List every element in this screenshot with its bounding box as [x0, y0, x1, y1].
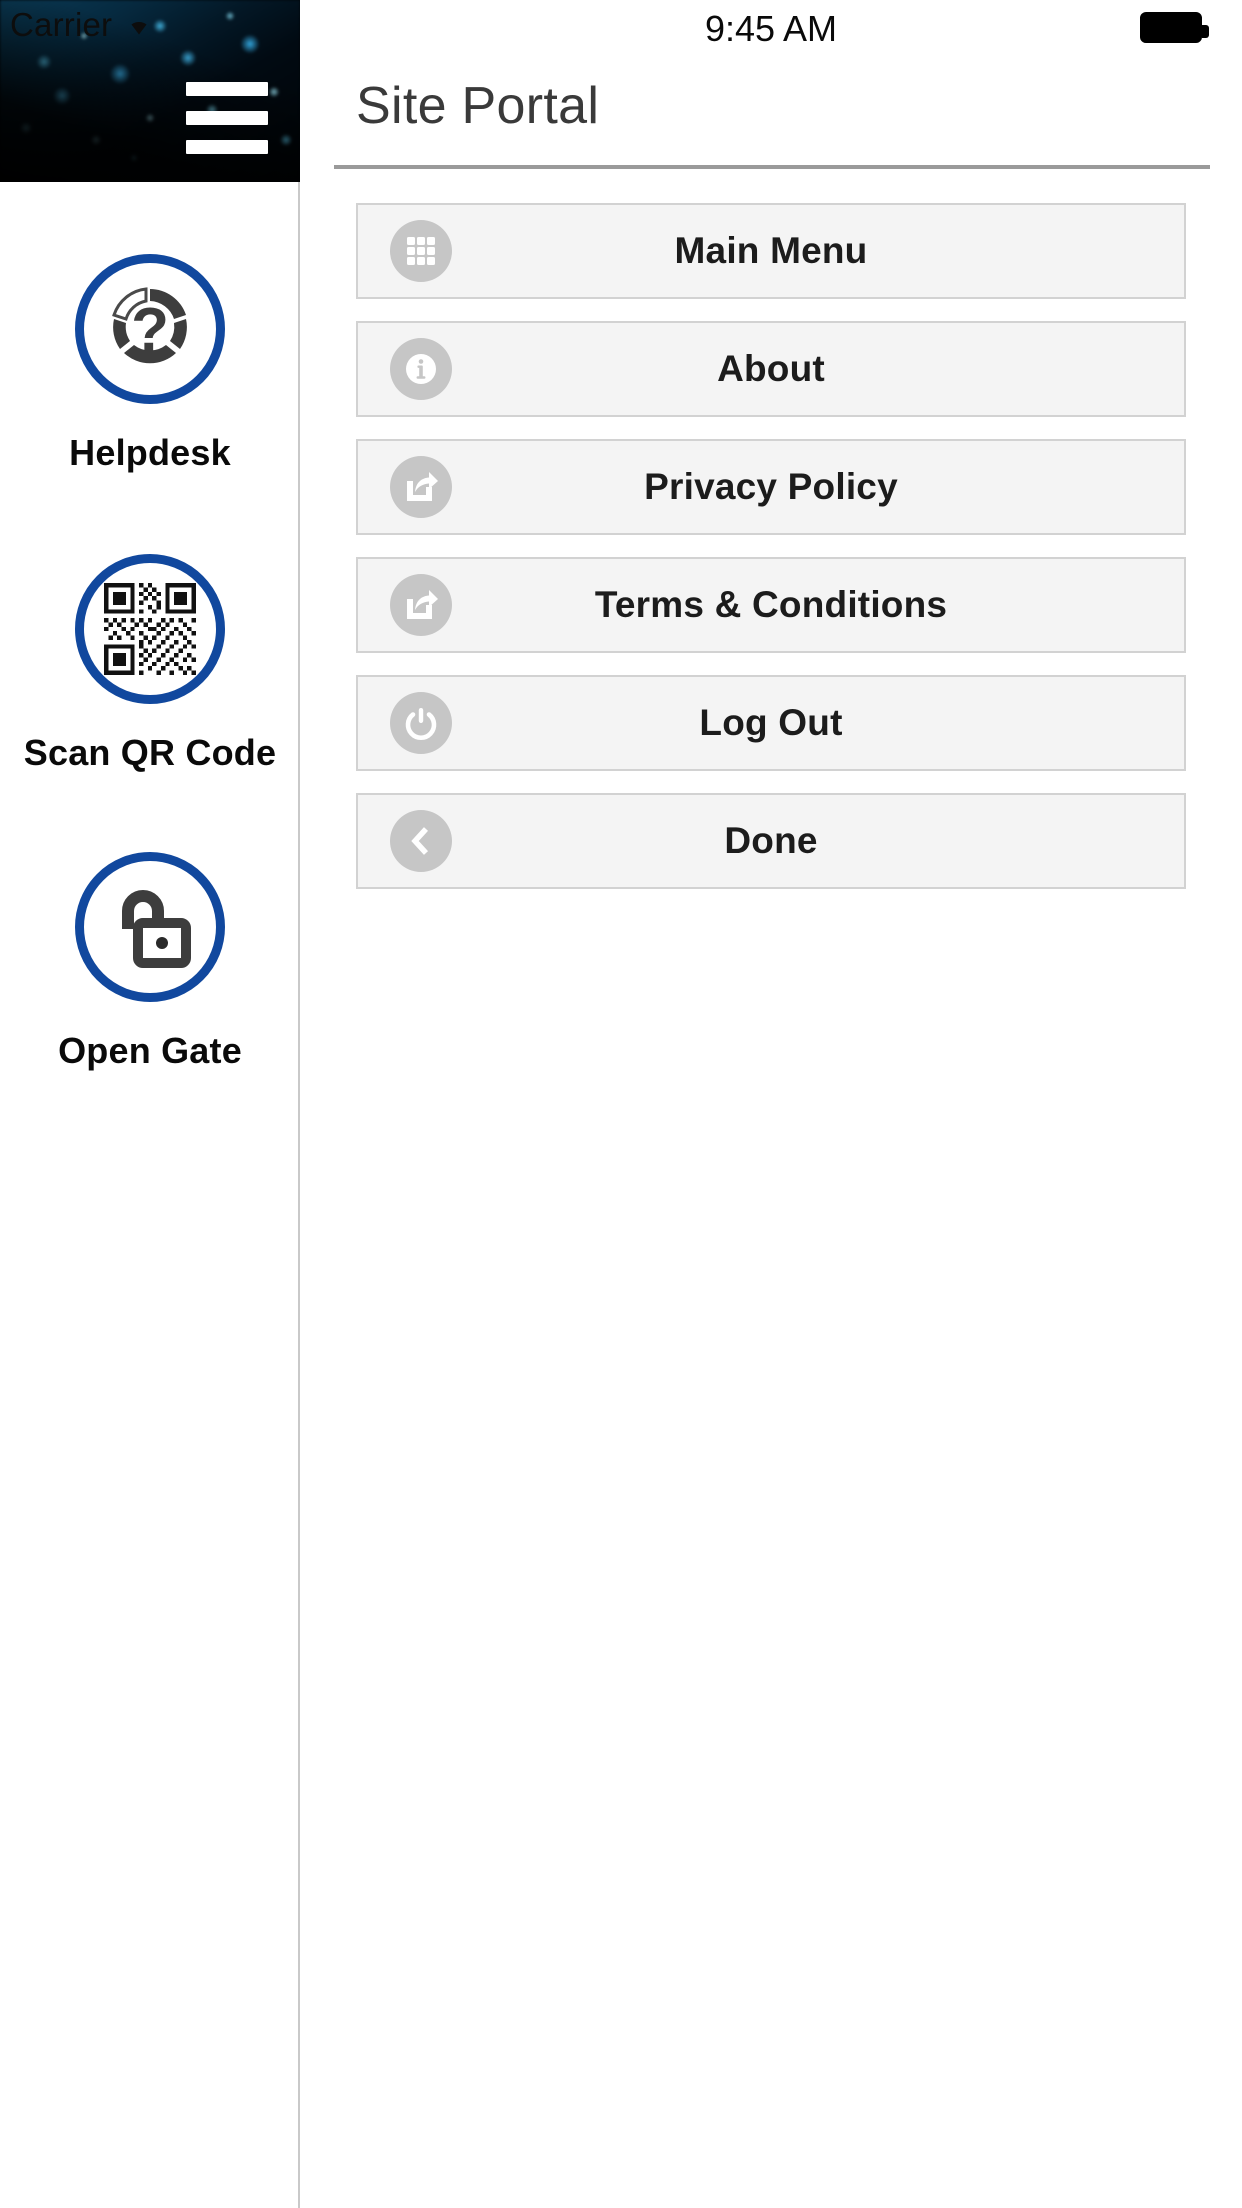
- scan-qr-circle: [75, 554, 225, 704]
- status-time: 9:45 AM: [704, 8, 838, 49]
- sidebar-item-helpdesk[interactable]: ? Helpdesk: [0, 254, 300, 474]
- battery-full-icon: [1140, 12, 1209, 43]
- menu-item-label: Terms & Conditions: [594, 584, 948, 625]
- hamburger-bar-2: [186, 111, 268, 125]
- menu-item-label: Log Out: [699, 702, 843, 743]
- title-divider: [334, 165, 1210, 169]
- sidebar-item-open-gate[interactable]: Open Gate: [0, 852, 300, 1072]
- menu-item-log-out[interactable]: Log Out: [356, 675, 1186, 771]
- portal-menu-list: Main Menu About Privacy Policy Terms & C…: [356, 203, 1186, 911]
- power-icon: [390, 692, 452, 754]
- open-padlock-icon: [98, 873, 202, 982]
- hamburger-menu-icon[interactable]: [186, 82, 268, 154]
- sidebar-item-label: Scan QR Code: [23, 732, 277, 773]
- sidebar-item-label: Open Gate: [58, 1030, 242, 1071]
- sidebar-item-scan-qr-code[interactable]: Scan QR Code: [0, 554, 300, 774]
- menu-item-done[interactable]: Done: [356, 793, 1186, 889]
- chevron-left-icon: [390, 810, 452, 872]
- menu-item-about[interactable]: About: [356, 321, 1186, 417]
- menu-item-label: Main Menu: [674, 230, 868, 271]
- helpdesk-circle: ?: [75, 254, 225, 404]
- carrier-label: Carrier: [10, 6, 113, 43]
- drawer-header-banner: Carrier: [0, 0, 300, 182]
- qr-code-icon: [104, 583, 196, 675]
- svg-text:?: ?: [131, 296, 169, 365]
- menu-item-label: Done: [724, 820, 818, 861]
- main-panel: 9:45 AM Site Portal Main Menu About Priv…: [300, 0, 1242, 2208]
- sidebar-item-label: Helpdesk: [69, 432, 231, 473]
- open-gate-circle: [75, 852, 225, 1002]
- menu-item-terms-and-conditions[interactable]: Terms & Conditions: [356, 557, 1186, 653]
- status-bar: 9:45 AM: [300, 0, 1242, 56]
- menu-item-label: Privacy Policy: [644, 466, 898, 507]
- menu-item-label: About: [717, 348, 825, 389]
- navigation-drawer: Carrier ? Helpdesk Scan QR Code Open Gat…: [0, 0, 300, 2208]
- info-circle-icon: [390, 338, 452, 400]
- external-link-share-icon: [390, 574, 452, 636]
- grid-apps-icon: [390, 220, 452, 282]
- wifi-icon: [122, 10, 156, 41]
- menu-item-privacy-policy[interactable]: Privacy Policy: [356, 439, 1186, 535]
- page-title: Site Portal: [356, 77, 600, 135]
- question-mark-help-icon: ?: [98, 275, 202, 384]
- hamburger-bar-3: [186, 140, 268, 154]
- menu-item-main-menu[interactable]: Main Menu: [356, 203, 1186, 299]
- app-root: Carrier ? Helpdesk Scan QR Code Open Gat…: [0, 0, 1242, 2208]
- hamburger-bar-1: [186, 82, 268, 96]
- external-link-share-icon: [390, 456, 452, 518]
- carrier-status-group: Carrier: [10, 6, 156, 44]
